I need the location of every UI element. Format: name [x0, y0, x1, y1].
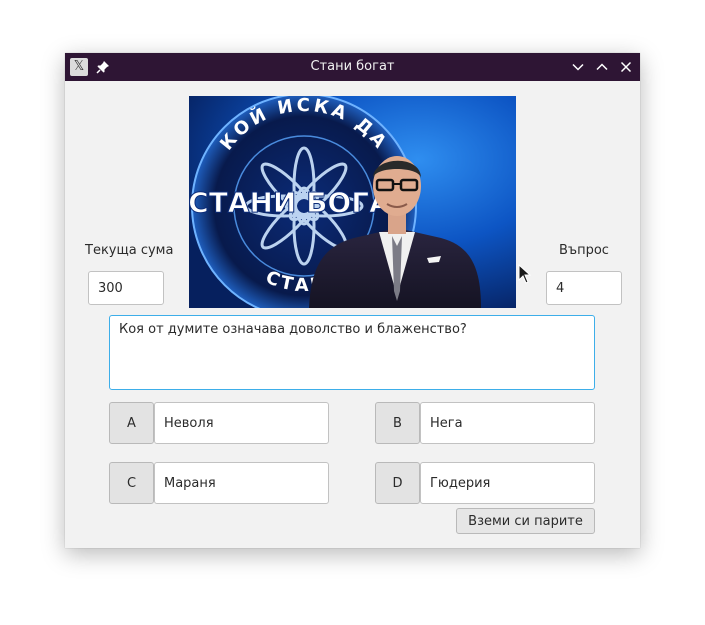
window-content: КОЙ ИСКА ДА СТАНИ БОГАТ СТАНЕ Текуща су	[65, 81, 640, 548]
title-bar[interactable]: 𝕏 Стани богат	[65, 53, 640, 81]
current-sum-field[interactable]: 300	[88, 271, 164, 305]
answer-d-button[interactable]: D	[375, 462, 420, 504]
answer-a-button[interactable]: A	[109, 402, 154, 444]
chevron-up-icon[interactable]	[594, 59, 610, 75]
take-money-button[interactable]: Вземи си парите	[456, 508, 595, 534]
close-icon[interactable]	[618, 59, 634, 75]
answer-c-field[interactable]: Мараня	[154, 462, 329, 504]
show-banner-image: КОЙ ИСКА ДА СТАНИ БОГАТ СТАНЕ	[189, 96, 516, 308]
answer-a-field[interactable]: Неволя	[154, 402, 329, 444]
question-number-field[interactable]: 4	[546, 271, 622, 305]
question-number-label: Въпрос	[559, 243, 609, 258]
question-text-area[interactable]: Коя от думите означава доволство и блаже…	[109, 315, 595, 390]
answer-c-button[interactable]: C	[109, 462, 154, 504]
mouse-pointer-icon	[518, 264, 532, 284]
answer-b-button[interactable]: B	[375, 402, 420, 444]
answer-d-field[interactable]: Гюдерия	[420, 462, 595, 504]
chevron-down-icon[interactable]	[570, 59, 586, 75]
window-title: Стани богат	[310, 59, 395, 74]
answer-b-field[interactable]: Нега	[420, 402, 595, 444]
main-window: 𝕏 Стани богат КОЙ ИСКА ДА СТАНИ БОГАТ СТ…	[65, 53, 640, 548]
current-sum-label: Текуща сума	[85, 243, 174, 258]
